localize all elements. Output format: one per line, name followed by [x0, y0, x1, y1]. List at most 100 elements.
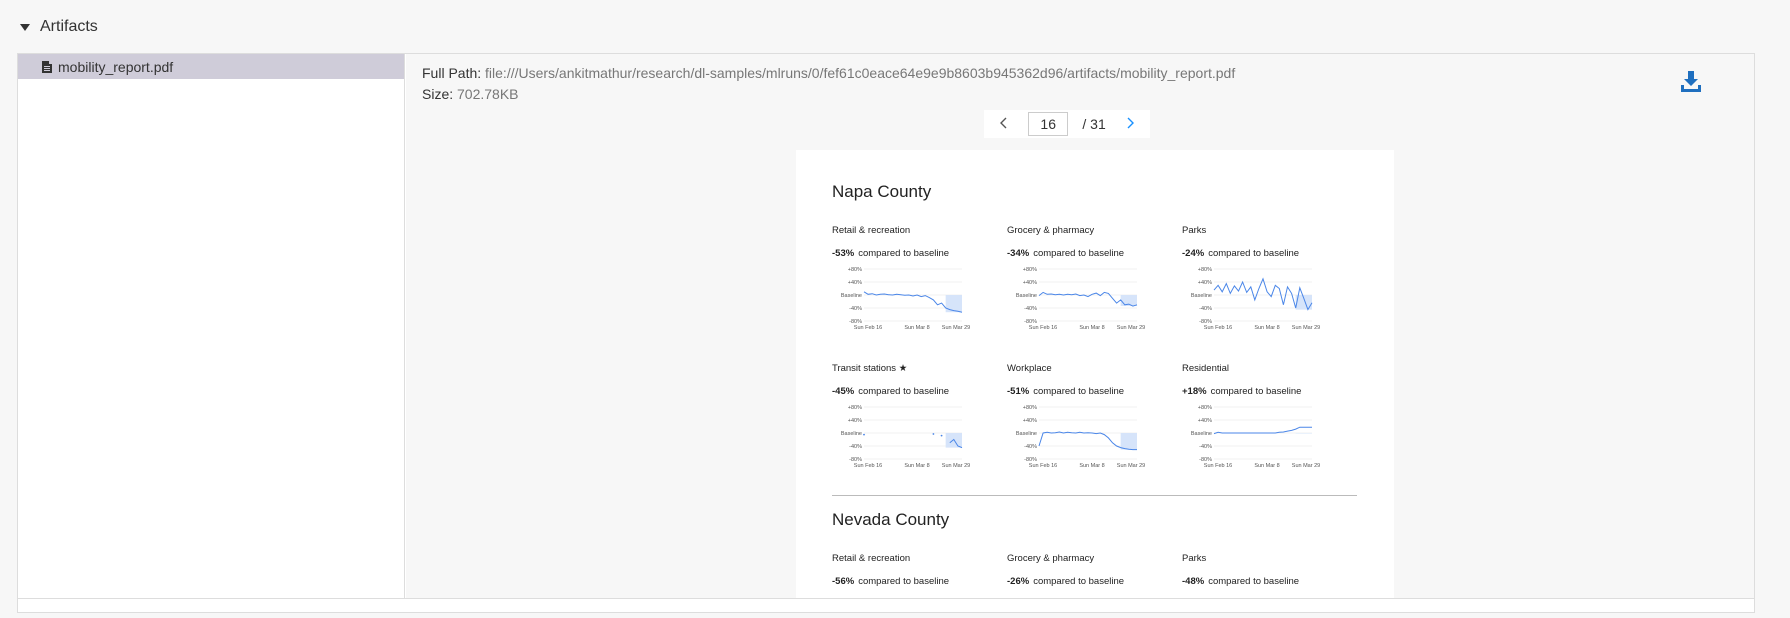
y-tick-label: -40%: [1024, 306, 1037, 312]
file-icon: [42, 60, 52, 73]
shade-region: [1120, 433, 1137, 450]
chevron-left-icon: [1000, 117, 1007, 129]
x-tick-label: Sun Mar 29: [1292, 463, 1320, 469]
mobility-chart: +80%+40%Baseline-40%-80%Sun Feb 16 Sun Ma…: [841, 405, 970, 469]
x-tick-label: Sun Mar 8: [904, 325, 929, 331]
y-tick-label: +80%: [848, 267, 862, 273]
page-total: / 31: [1082, 116, 1106, 132]
x-tick-label: Sun Feb 16: [1029, 463, 1057, 469]
x-tick-label: Sun Mar 29: [1292, 325, 1320, 331]
metric-pct: -56%: [832, 576, 855, 587]
next-page-button[interactable]: [1120, 116, 1140, 132]
y-tick-label: Baseline: [1191, 431, 1212, 437]
x-tick-label: Sun Mar 8: [1254, 463, 1279, 469]
file-tree-item-mobility-report[interactable]: mobility_report.pdf: [18, 54, 404, 79]
metric-value: -26% compared to baseline: [1007, 576, 1124, 587]
x-tick-label: Sun Mar 29: [942, 325, 970, 331]
x-tick-label: Sun Feb 16: [1029, 325, 1057, 331]
x-tick-label: Sun Feb 16: [854, 463, 882, 469]
metric-suffix: compared to baseline: [1033, 248, 1125, 259]
x-tick-label: Sun Feb 16: [854, 325, 882, 331]
metric-suffix: compared to baseline: [1208, 576, 1300, 587]
metric-suffix: compared to baseline: [1033, 576, 1125, 587]
y-tick-label: Baseline: [1016, 293, 1037, 299]
mobility-chart: +80%+40%Baseline-40%-80%Sun Feb 16 Sun Ma…: [841, 267, 970, 331]
metric-pct: -24%: [1182, 248, 1205, 259]
metric-pct: -48%: [1182, 576, 1205, 587]
download-button[interactable]: [1678, 68, 1704, 94]
size-value: 702.78KB: [457, 86, 519, 102]
page-number-input[interactable]: [1028, 112, 1069, 136]
x-tick-label: Sun Mar 29: [1117, 325, 1145, 331]
metric-pct: -51%: [1007, 386, 1030, 397]
metric-name: Parks: [1182, 553, 1207, 564]
mobility-chart: +80%+40%Baseline-40%-80%Sun Feb 16 Sun Ma…: [1191, 405, 1320, 469]
metric-value: -48% compared to baseline: [1182, 576, 1299, 587]
prev-page-button[interactable]: [994, 116, 1014, 132]
y-tick-label: +40%: [1023, 418, 1037, 424]
y-tick-label: +80%: [1023, 405, 1037, 411]
county-divider: [832, 495, 1357, 496]
metric-value: -53% compared to baseline: [832, 248, 949, 259]
artifacts-section-toggle[interactable]: Artifacts: [18, 15, 98, 39]
metric-value: -45% compared to baseline: [832, 386, 949, 397]
x-tick-label: Sun Mar 8: [1079, 325, 1104, 331]
metric-suffix: compared to baseline: [858, 248, 950, 259]
metric-suffix: compared to baseline: [1210, 386, 1302, 397]
y-tick-label: +80%: [848, 405, 862, 411]
chevron-right-icon: [1127, 117, 1134, 129]
x-tick-label: Sun Feb 16: [1204, 325, 1232, 331]
metric-value: -51% compared to baseline: [1007, 386, 1124, 397]
y-tick-label: +40%: [848, 280, 862, 286]
y-tick-label: +40%: [1198, 418, 1212, 424]
metric-name: Workplace: [1007, 363, 1052, 374]
y-tick-label: Baseline: [841, 431, 862, 437]
horizontal-scrollbar[interactable]: [18, 598, 1754, 612]
artifact-meta: Full Path: file:///Users/ankitmathur/res…: [422, 63, 1235, 105]
y-tick-label: Baseline: [1016, 431, 1037, 437]
data-point: [863, 433, 865, 436]
y-tick-label: -40%: [849, 444, 862, 450]
y-tick-label: +40%: [1023, 280, 1037, 286]
y-tick-label: Baseline: [841, 293, 862, 299]
metric-name: Residential: [1182, 363, 1229, 374]
y-tick-label: -40%: [1199, 444, 1212, 450]
caret-down-icon: [20, 23, 30, 31]
metric-name: Retail & recreation: [832, 225, 911, 236]
y-tick-label: -40%: [1024, 444, 1037, 450]
mobility-chart: +80%+40%Baseline-40%-80%Sun Feb 16 Sun Ma…: [1016, 267, 1145, 331]
pdf-pager: / 31: [984, 110, 1150, 138]
artifact-viewer: Full Path: file:///Users/ankitmathur/res…: [406, 54, 1754, 598]
data-point: [940, 434, 943, 437]
mobility-chart: +80%+40%Baseline-40%-80%Sun Feb 16 Sun Ma…: [1191, 267, 1320, 331]
metric-pct: -26%: [1007, 576, 1030, 587]
metric-suffix: compared to baseline: [858, 576, 950, 587]
y-tick-label: -40%: [1199, 306, 1212, 312]
y-tick-label: -40%: [849, 306, 862, 312]
shade-region: [945, 295, 962, 313]
download-icon: [1681, 71, 1701, 92]
metric-suffix: compared to baseline: [1208, 248, 1300, 259]
x-tick-label: Sun Mar 8: [1079, 463, 1104, 469]
y-tick-label: +80%: [1023, 267, 1037, 273]
metric-suffix: compared to baseline: [858, 386, 950, 397]
series-line: [1213, 426, 1312, 435]
y-tick-label: +80%: [1198, 405, 1212, 411]
size-label: Size:: [422, 86, 454, 102]
metric-value: -56% compared to baseline: [832, 576, 949, 587]
metric-name: Parks: [1182, 225, 1207, 236]
county-title: Napa County: [832, 182, 932, 201]
x-tick-label: Sun Mar 29: [942, 463, 970, 469]
full-path-label: Full Path:: [422, 65, 482, 81]
metric-name: Grocery & pharmacy: [1007, 553, 1095, 564]
metric-name: Transit stations ★: [832, 363, 908, 374]
metric-pct: +18%: [1182, 386, 1207, 397]
metric-value: +18% compared to baseline: [1182, 386, 1301, 397]
x-tick-label: Sun Mar 29: [1117, 463, 1145, 469]
file-name: mobility_report.pdf: [58, 58, 174, 75]
y-tick-label: +40%: [1198, 280, 1212, 286]
shade-region: [1295, 433, 1312, 434]
pdf-page: Napa County Retail & recreation -53% comp…: [796, 150, 1394, 598]
y-tick-label: +40%: [848, 418, 862, 424]
x-tick-label: Sun Mar 8: [904, 463, 929, 469]
